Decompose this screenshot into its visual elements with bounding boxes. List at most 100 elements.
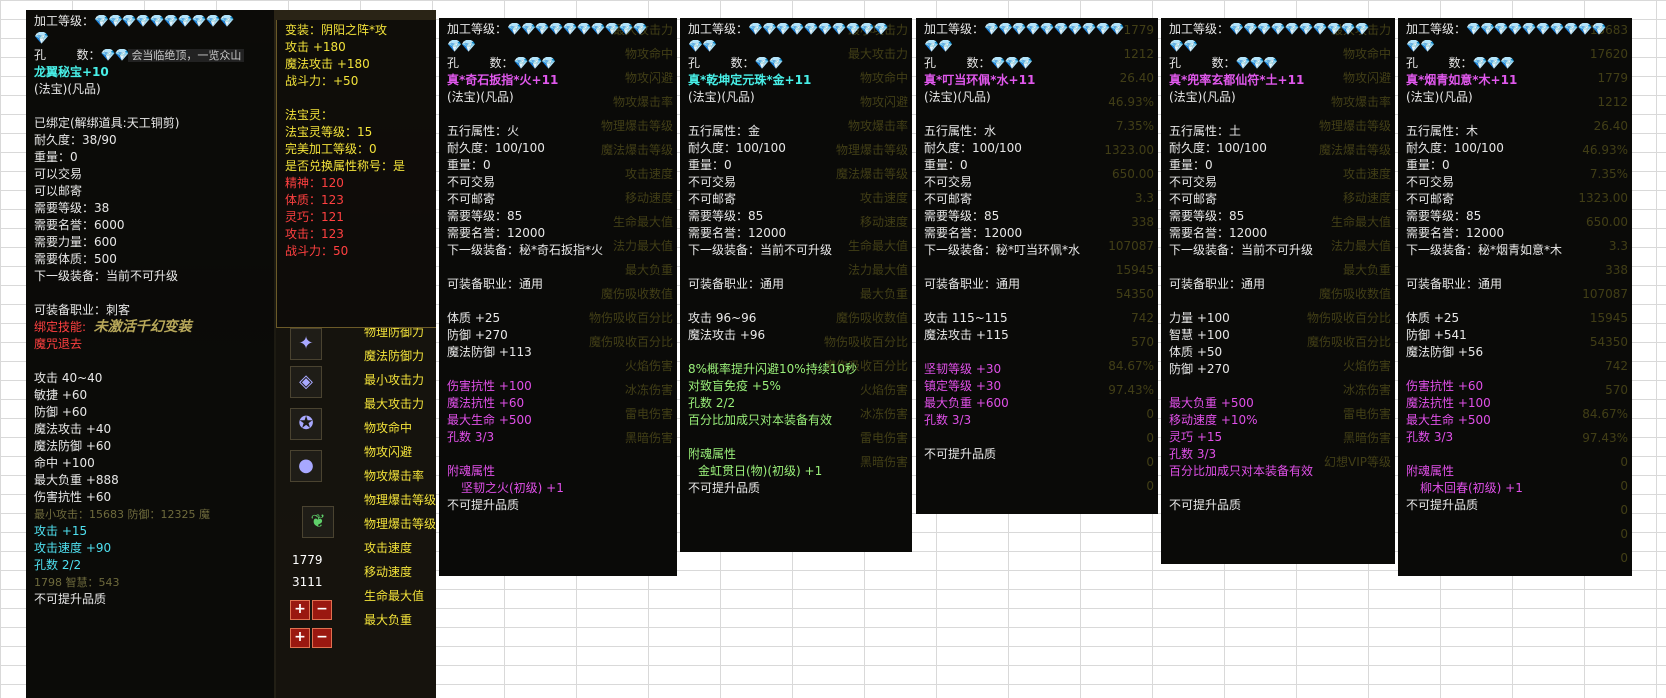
weight: 重量：0	[447, 158, 491, 172]
costume-line: 变装：阴阳之阵*攻	[285, 23, 388, 37]
trade-flag: 可以交易	[34, 167, 83, 181]
bound-text: 已绑定(解绑道具:天工铜剪)	[34, 116, 180, 130]
trade-flag: 不可交易	[924, 175, 973, 189]
bind-skill-label: 绑定技能:	[34, 320, 87, 334]
attr-label: 移动速度	[364, 565, 413, 579]
hole-label: 孔	[34, 48, 47, 62]
bonus-row: 孔数 3/3	[924, 413, 972, 427]
stat-row: 魔法攻击 +115	[924, 328, 1009, 342]
plus-button[interactable]: +	[290, 628, 310, 648]
weight: 重量：0	[924, 158, 968, 172]
attr-label: 最小攻击力	[364, 373, 425, 387]
soul-title: 附魂属性	[447, 464, 496, 478]
item-kind: (法宝)(凡品)	[1406, 90, 1473, 104]
mail-flag: 不可邮寄	[447, 192, 496, 206]
hole-count-label: 数：	[730, 56, 755, 70]
spirit-line: 是否兑换属性称号：是	[285, 159, 406, 173]
bg-stat-line: 最小攻击：15683 防御：12325 魔	[34, 508, 210, 521]
hole-label: 孔	[1169, 56, 1182, 70]
gem-label: 加工等级：	[1406, 22, 1467, 36]
spirit-line: 完美加工等级：0	[285, 142, 377, 156]
stat-row: 防御 +541	[1406, 328, 1467, 342]
ring-icon[interactable]: ✪	[290, 408, 322, 440]
armor-icon[interactable]: ◈	[290, 366, 322, 398]
stat-row: 体质 +50	[1169, 345, 1223, 359]
gem-icons: 💎💎	[1169, 39, 1198, 53]
item-name: 龙翼秘宝+10	[34, 65, 109, 79]
stat-value: 3111	[292, 575, 323, 589]
gem-label: 加工等级：	[447, 22, 508, 36]
gem-label: 加工等级：	[34, 14, 95, 28]
mail-flag: 不可邮寄	[924, 192, 973, 206]
element: 五行属性：水	[924, 124, 997, 138]
no-upgrade-text: 不可提升品质	[447, 498, 520, 512]
speech-bubble: 会当临绝顶，一览众山	[128, 49, 245, 62]
stat-row: 魔法防御 +113	[447, 345, 532, 359]
plus-button[interactable]: +	[290, 600, 310, 620]
soul-title: 附魂属性	[688, 447, 737, 461]
bonus-row: 伤害抗性 +60	[1406, 379, 1484, 393]
gem-icons: 💎💎	[447, 39, 476, 53]
mail-flag: 不可邮寄	[1169, 192, 1218, 206]
next-equip: 下一级装备：当前不可升级	[688, 243, 833, 257]
tooltip-panel-metal: 最小攻击力 最大攻击力 物攻命中 物攻闪避 物攻爆击率 物理爆击等级 魔法爆击等级 攻击速度移…	[680, 18, 912, 552]
stat-value: 1779	[292, 553, 323, 567]
durability: 耐久度：38/90	[34, 133, 117, 147]
req-fame: 需要名誉：6000	[34, 218, 125, 232]
minus-button[interactable]: −	[312, 600, 332, 620]
dragon-icon[interactable]: ❦	[302, 506, 334, 538]
bonus-row: 孔数 3/3	[1406, 430, 1454, 444]
bonus-row: 百分比加成只对本装备有效	[1169, 464, 1314, 478]
bonus-row: 孔数 3/3	[447, 430, 495, 444]
costume-tooltip: 变装：阴阳之阵*攻 攻击 +180 魔法攻击 +180 战斗力：+50 法宝灵：…	[276, 20, 436, 328]
stat-row: 体质 +25	[1406, 311, 1460, 325]
gem-icons: 💎💎	[688, 39, 717, 53]
gem-icon: 💎	[34, 31, 49, 45]
soul-row: 坚韧之火(初级) +1	[461, 481, 564, 495]
gem-label: 加工等级：	[688, 22, 749, 36]
mail-flag: 不可邮寄	[1406, 192, 1455, 206]
req-level: 需要等级：85	[447, 209, 523, 223]
bonus-row: 魔法抗性 +100	[1406, 396, 1491, 410]
gourd-icon[interactable]: ●	[290, 450, 322, 482]
hole-gem-icons: 💎💎💎	[513, 56, 557, 70]
next-equip: 下一级装备：秘*烟青如意*木	[1406, 243, 1563, 257]
tooltip-panel-fire: 最大攻击力 物攻命中 物攻闪避 物攻爆击率 物理爆击等级 魔法爆击等级 攻击速度 移动速度 生命…	[439, 18, 677, 576]
item-kind: (法宝)(凡品)	[34, 82, 101, 96]
trade-flag: 不可交易	[1406, 175, 1455, 189]
gem-icons: 💎💎	[1406, 39, 1435, 53]
soul-row: 柳木回春(初级) +1	[1420, 481, 1523, 495]
bonus-row: 坚韧等级 +30	[924, 362, 1002, 376]
gem-icons: 💎💎💎💎💎💎💎💎💎💎	[984, 22, 1124, 36]
base-stats: 攻击 40~40 敏捷 +60 防御 +60 魔法攻击 +40 魔法防御 +60…	[34, 370, 268, 506]
item-name: 真*奇石扳指*火+11	[447, 73, 559, 87]
bg-stat-line: 1798 智慧：543	[34, 576, 120, 589]
minus-button[interactable]: −	[312, 628, 332, 648]
gem-label: 加工等级：	[924, 22, 985, 36]
tooltip-panel-longyi: 加工等级：💎💎💎💎💎💎💎💎💎💎 💎 孔 数：💎💎 会当临绝顶，一览众山 龙翼秘宝+…	[26, 10, 436, 698]
costume-line: 魔法攻击 +180	[285, 57, 370, 71]
req-level: 需要等级：85	[924, 209, 1000, 223]
stat-row: 魔法防御 +60	[34, 439, 112, 453]
attr-label: 物理爆击等级	[364, 517, 436, 531]
stat-row: 魔法攻击 +40	[34, 422, 112, 436]
effect-row: 对致盲免疫 +5%	[688, 379, 781, 393]
job: 可装备职业：通用	[447, 277, 544, 291]
req-fame: 需要名誉：12000	[1169, 226, 1268, 240]
req-level: 需要等级：85	[688, 209, 764, 223]
item-name: 真*叮当环佩*水+11	[924, 73, 1036, 87]
bonus-row: 最大负重 +600	[924, 396, 1009, 410]
spirit-attr: 战斗力：50	[285, 244, 349, 258]
curse-text: 魔咒退去	[34, 337, 83, 351]
wing-icon[interactable]: ✦	[290, 328, 322, 360]
job: 可装备职业：刺客	[34, 303, 131, 317]
gem-icons: 💎💎💎💎💎💎💎💎💎💎	[1229, 22, 1369, 36]
stat-row: 防御 +270	[447, 328, 508, 342]
spirit-attr: 体质：123	[285, 193, 344, 207]
bonus-row: 最大生命 +500	[1406, 413, 1491, 427]
effect-row: 百分比加成只对本装备有效	[688, 413, 833, 427]
stat-row: 最大负重 +888	[34, 473, 119, 487]
hole-label: 孔	[924, 56, 937, 70]
tooltip-panel-water: 1779 1212 26.40 46.93% 7.35% 1323.00 650.00 3.3…	[916, 18, 1158, 514]
no-upgrade-text: 不可提升品质	[34, 592, 107, 606]
